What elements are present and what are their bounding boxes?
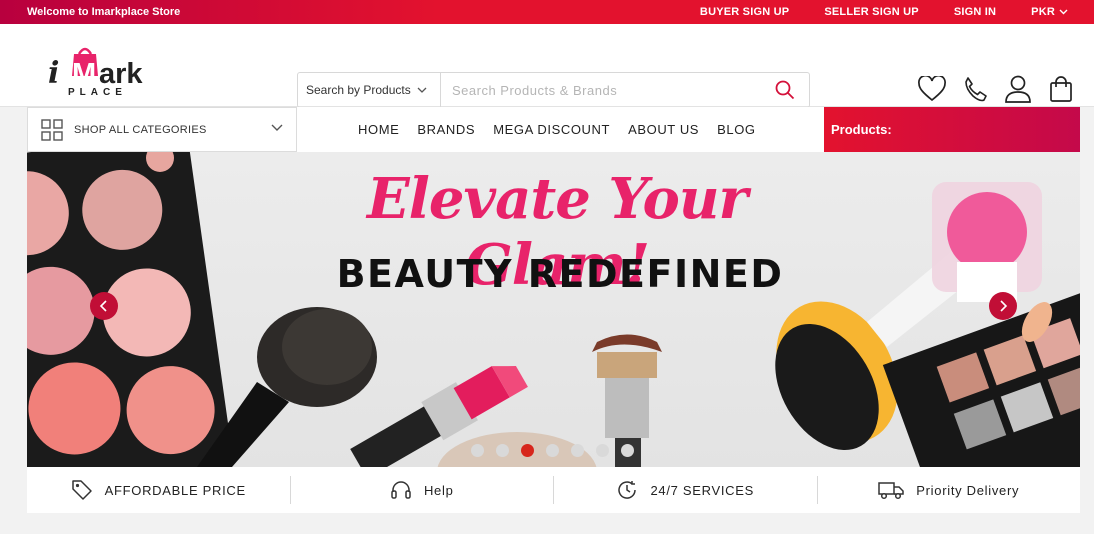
bag-icon <box>1050 76 1072 102</box>
search-icon <box>775 80 795 100</box>
shop-all-label: SHOP ALL CATEGORIES <box>74 123 207 136</box>
chevron-right-icon <box>1000 300 1008 312</box>
nav-item-about-us[interactable]: ABOUT US <box>628 122 699 137</box>
clock-icon <box>618 481 637 499</box>
nav-menu: HOME BRANDS MEGA DISCOUNT ABOUT US BLOG <box>297 107 824 152</box>
buyer-signup-link[interactable]: BUYER SIGN UP <box>700 6 789 18</box>
account-button[interactable] <box>1003 74 1033 104</box>
user-icon <box>1005 75 1031 103</box>
feature-label: Priority Delivery <box>916 482 1020 498</box>
currency-label: PKR <box>1031 6 1055 18</box>
feature-services: 24/7 SERVICES <box>554 476 818 504</box>
search-category-dropdown[interactable]: Search by Products <box>298 73 441 107</box>
search-category-label: Search by Products <box>306 83 411 97</box>
signin-link[interactable]: SIGN IN <box>954 6 996 18</box>
banner-next-button[interactable] <box>989 292 1017 320</box>
main-nav: SHOP ALL CATEGORIES HOME BRANDS MEGA DIS… <box>27 107 1080 152</box>
chevron-down-icon <box>1059 9 1068 15</box>
nav-item-mega-discount[interactable]: MEGA DISCOUNT <box>493 122 610 137</box>
carousel-dot[interactable] <box>571 444 584 457</box>
nav-item-brands[interactable]: BRANDS <box>417 122 475 137</box>
feature-priority-delivery: Priority Delivery <box>818 476 1081 504</box>
search-bar: Search by Products <box>297 72 810 108</box>
feature-label: AFFORDABLE PRICE <box>104 482 246 498</box>
header-icons <box>904 74 1076 104</box>
call-button[interactable] <box>960 74 990 104</box>
search-input[interactable] <box>441 73 761 107</box>
carousel-dot[interactable] <box>471 444 484 457</box>
truck-icon <box>878 482 905 500</box>
banner-pagination <box>471 444 646 457</box>
search-button[interactable] <box>761 73 809 107</box>
powder-brush-image <box>197 307 377 467</box>
banner-subline: BEAUTY REDEFINED <box>336 252 784 296</box>
carousel-dot[interactable] <box>621 444 634 457</box>
svg-text:M: M <box>72 58 96 90</box>
feature-label: 24/7 SERVICES <box>650 482 755 498</box>
carousel-dot[interactable] <box>496 444 509 457</box>
feature-label: Help <box>423 482 454 498</box>
headset-icon <box>391 481 411 499</box>
logo[interactable]: i M ark PLACE <box>46 40 166 98</box>
chevron-left-icon <box>99 300 107 312</box>
feature-affordable-price: AFFORDABLE PRICE <box>27 476 291 504</box>
blush-palette-image <box>27 152 234 467</box>
imarkplace-logo: i M ark PLACE <box>48 47 143 98</box>
grid-icon <box>41 118 63 141</box>
features-bar: AFFORDABLE PRICE Help 24/7 SERVICES Prio… <box>27 467 1080 513</box>
shop-all-categories-button[interactable]: SHOP ALL CATEGORIES <box>27 107 297 152</box>
carousel-dot[interactable] <box>596 444 609 457</box>
products-label-box: Products: <box>824 107 1080 152</box>
hero-banner[interactable]: Elevate Your Glam! BEAUTY REDEFINED <box>27 152 1080 467</box>
phone-icon <box>965 77 987 102</box>
carousel-dot[interactable] <box>521 444 534 457</box>
products-label: Products: <box>831 122 892 137</box>
nav-item-home[interactable]: HOME <box>358 122 399 137</box>
currency-selector[interactable]: PKR <box>1031 6 1068 18</box>
top-links: BUYER SIGN UP SELLER SIGN UP SIGN IN PKR <box>665 6 1068 18</box>
heart-icon <box>918 76 946 102</box>
nav-item-blog[interactable]: BLOG <box>717 122 756 137</box>
svg-text:ark: ark <box>99 58 143 90</box>
top-bar: Welcome to Imarkplace Store BUYER SIGN U… <box>0 0 1094 24</box>
wishlist-button[interactable] <box>917 74 947 104</box>
seller-signup-link[interactable]: SELLER SIGN UP <box>824 6 918 18</box>
chevron-down-icon <box>271 124 283 131</box>
svg-text:i: i <box>48 56 59 91</box>
nail-polish-image <box>932 182 1042 302</box>
cart-button[interactable] <box>1046 74 1076 104</box>
chevron-down-icon <box>417 87 427 93</box>
tag-icon <box>71 480 92 500</box>
header: i M ark PLACE Search by Products <box>0 24 1094 108</box>
feature-help: Help <box>291 476 554 504</box>
svg-text:PLACE: PLACE <box>68 87 127 96</box>
welcome-text: Welcome to Imarkplace Store <box>27 6 181 18</box>
carousel-dot[interactable] <box>546 444 559 457</box>
banner-prev-button[interactable] <box>90 292 118 320</box>
